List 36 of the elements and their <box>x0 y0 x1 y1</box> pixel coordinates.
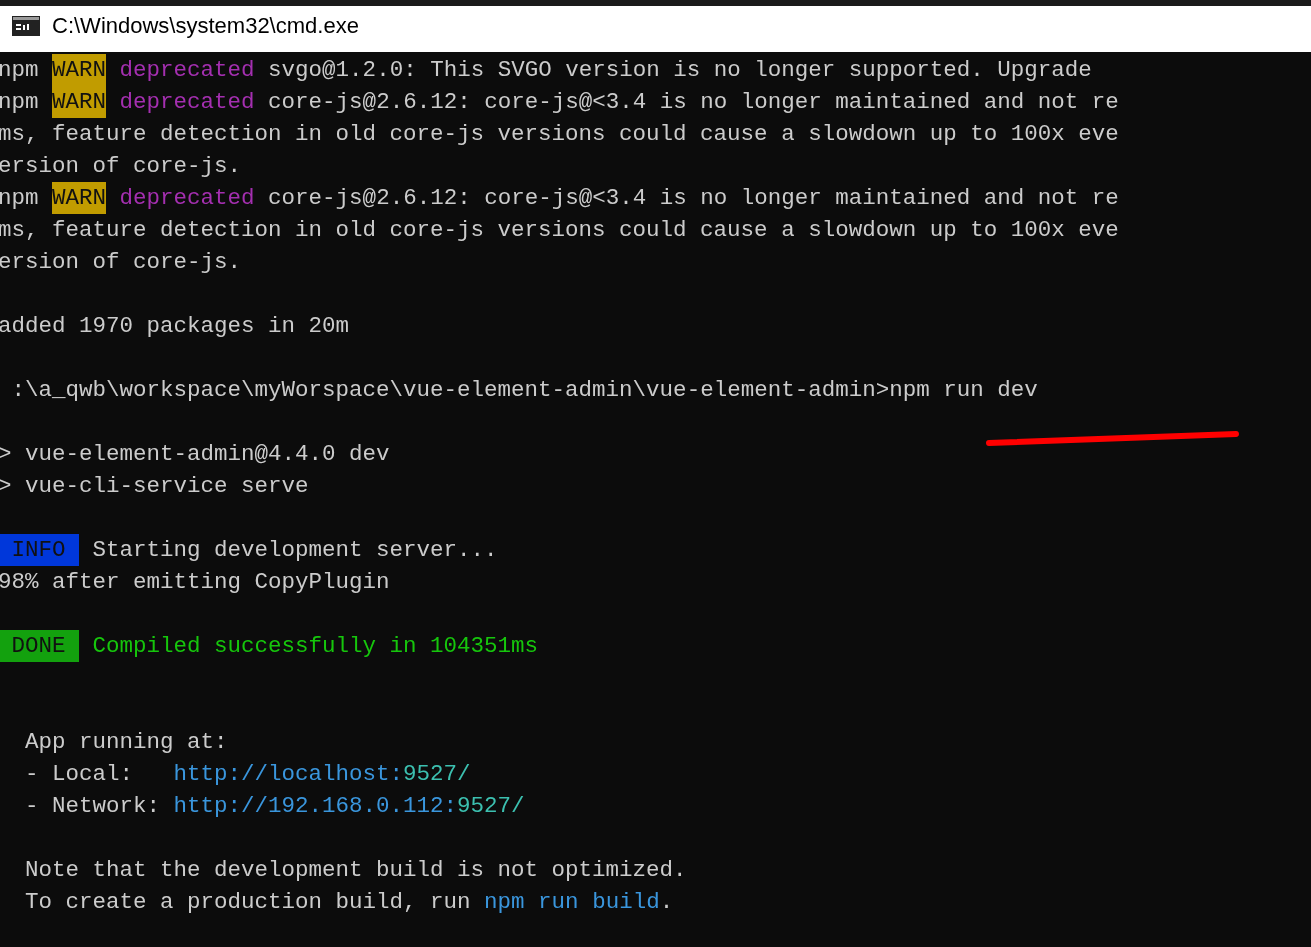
deprecated-label: deprecated <box>119 56 255 85</box>
terminal-text: :\a_qwb\workspace\myWorspace\vue-element-admin\vue-element-admin>npm run dev <box>11 376 1038 405</box>
warn-badge: WARN <box>52 54 107 86</box>
url-text: http://192.168.0.112: <box>173 792 458 821</box>
window-title: C:\Windows\system32\cmd.exe <box>52 12 359 40</box>
terminal-text: - Local: <box>25 760 134 789</box>
terminal-text: Starting development server... <box>92 536 498 565</box>
terminal-text: > vue-element-admin@4.4.0 dev <box>0 440 390 469</box>
warn-badge: WARN <box>52 182 107 214</box>
terminal-text: added 1970 packages in 20m <box>0 312 350 341</box>
deprecated-label: deprecated <box>119 88 255 117</box>
terminal-text: - Network: <box>25 792 161 821</box>
terminal-text: App running at: <box>25 728 228 757</box>
terminal-text: svgo@1.2.0: This SVGO version is no longer supported. Upgrade <box>268 56 1092 85</box>
terminal-text: ersion of core-js. <box>0 248 242 277</box>
terminal-text: ersion of core-js. <box>0 152 242 181</box>
deprecated-label: deprecated <box>119 184 255 213</box>
port-text: 9527/ <box>457 792 525 821</box>
terminal-text: Note that the development build is not optimized. <box>25 856 687 885</box>
done-badge: DONE <box>0 630 79 662</box>
terminal-text: To create a production build, run <box>25 888 471 917</box>
info-badge: INFO <box>0 534 79 566</box>
terminal-text: . <box>659 888 674 917</box>
terminal-icon <box>12 16 40 36</box>
terminal-text: npm <box>0 56 39 85</box>
url-text: npm run build <box>484 888 660 917</box>
port-text: 9527/ <box>403 760 471 789</box>
warn-badge: WARN <box>52 86 107 118</box>
url-text: http://localhost: <box>173 760 404 789</box>
terminal-text: > vue-cli-service serve <box>0 472 309 501</box>
terminal-text: 98% after emitting CopyPlugin <box>0 568 390 597</box>
terminal-text: npm <box>0 184 39 213</box>
terminal-text: npm <box>0 88 39 117</box>
terminal-text: core-js@2.6.12: core-js@<3.4 is no longer maintained and not re <box>268 88 1119 117</box>
success-message: Compiled successfully in 104351ms <box>92 632 539 661</box>
terminal-text: core-js@2.6.12: core-js@<3.4 is no longer maintained and not re <box>268 184 1119 213</box>
